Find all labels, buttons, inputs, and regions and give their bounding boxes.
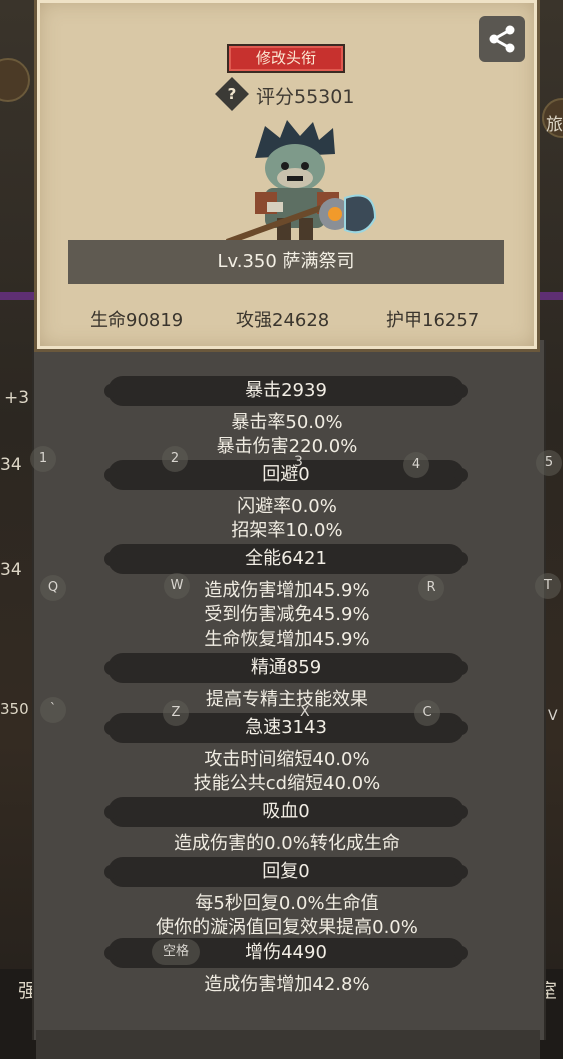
attribute-detail: 攻击时间缩短40.0% — [204, 749, 370, 770]
background-left-panel — [0, 0, 36, 1059]
keyhint-q[interactable]: Q — [40, 575, 66, 601]
keyhint-3[interactable]: 3 — [294, 454, 303, 470]
attribute-detail: 招架率10.0% — [231, 520, 343, 541]
share-button[interactable] — [479, 16, 525, 62]
help-icon[interactable]: ? — [215, 77, 249, 111]
share-icon — [489, 25, 515, 53]
keyhint-x[interactable]: X — [300, 704, 310, 720]
keyhint-c[interactable]: C — [414, 700, 440, 726]
attribute-header-mastery: 精通859 — [104, 653, 468, 683]
hero-level-name: Lv.350 萨满祭司 — [68, 240, 504, 284]
attribute-detail: 造成伤害的0.0%转化成生命 — [174, 833, 400, 854]
attribute-detail: 造成伤害增加45.9% — [204, 580, 370, 601]
attribute-header-crit: 暴击2939 — [104, 376, 468, 406]
background-text: 34 — [0, 455, 22, 475]
attribute-header-regen: 回复0 — [104, 857, 468, 887]
attribute-header-haste: 急速3143 — [104, 713, 468, 743]
attribute-detail: 暴击伤害220.0% — [216, 436, 358, 457]
score-label: 评分55301 — [256, 86, 355, 108]
keyhint-space[interactable]: 空格 — [152, 939, 200, 965]
attribute-detail: 提高专精主技能效果 — [206, 689, 368, 710]
edit-title-button[interactable]: 修改头衔 — [227, 44, 345, 73]
attribute-detail: 使你的漩涡值回复效果提高0.0% — [156, 917, 418, 938]
background-text: 旅 — [546, 115, 563, 135]
stat-armor: 护甲16257 — [386, 310, 480, 331]
background-text: 350 — [0, 700, 29, 718]
keyhint-t[interactable]: T — [535, 573, 561, 599]
background-strip — [540, 292, 563, 300]
attribute-detail: 造成伤害增加42.8% — [204, 974, 370, 995]
attribute-header-versatility: 全能6421 — [104, 544, 468, 574]
keyhint-backtick[interactable]: ` — [40, 697, 66, 723]
background-strip — [0, 292, 36, 300]
keyhint-z[interactable]: Z — [163, 700, 189, 726]
keyhint-v[interactable]: V — [548, 708, 558, 724]
attribute-detail: 生命恢复增加45.9% — [204, 629, 370, 650]
stat-attack-power: 攻强24628 — [236, 310, 330, 331]
keyhint-2[interactable]: 2 — [162, 446, 188, 472]
attribute-detail: 暴击率50.0% — [231, 412, 343, 433]
panel-footer — [36, 1030, 540, 1059]
attribute-detail: 闪避率0.0% — [237, 496, 337, 517]
attribute-header-lifesteal: 吸血0 — [104, 797, 468, 827]
keyhint-4[interactable]: 4 — [403, 452, 429, 478]
background-text: +3 — [4, 388, 30, 408]
attribute-detail: 受到伤害减免45.9% — [204, 604, 370, 625]
stat-health: 生命90819 — [90, 310, 184, 331]
keyhint-w[interactable]: W — [164, 573, 190, 599]
attribute-detail: 技能公共cd缩短40.0% — [193, 773, 381, 794]
hero-sprite — [225, 120, 377, 245]
keyhint-r[interactable]: R — [418, 575, 444, 601]
attribute-detail: 每5秒回复0.0%生命值 — [195, 893, 379, 914]
keyhint-1[interactable]: 1 — [30, 446, 56, 472]
background-text: 34 — [0, 560, 22, 580]
keyhint-5[interactable]: 5 — [536, 450, 562, 476]
